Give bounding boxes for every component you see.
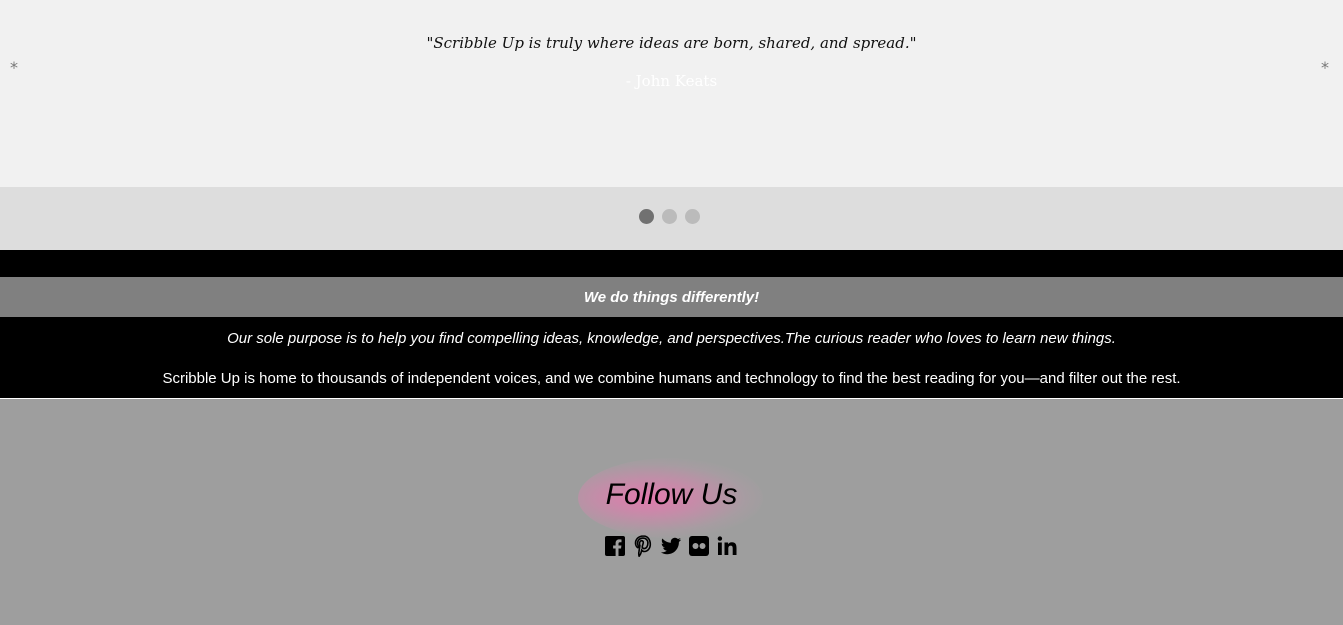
slide-dot-3[interactable]: [685, 209, 700, 224]
social-icons: [604, 535, 738, 557]
slide-dot-2[interactable]: [662, 209, 677, 224]
next-slide-button[interactable]: *: [1321, 58, 1329, 77]
twitter-icon[interactable]: [660, 535, 682, 557]
facebook-icon[interactable]: [604, 535, 626, 557]
pinterest-icon[interactable]: [632, 535, 654, 557]
tagline: We do things differently!: [583, 289, 760, 306]
slide-dot-1[interactable]: [639, 209, 654, 224]
divider-band: [0, 250, 1343, 277]
linkedin-icon[interactable]: [716, 535, 738, 557]
follow-heading: Follow Us: [605, 478, 738, 511]
slide-dots: [639, 209, 700, 224]
home-text: Scribble Up is home to thousands of inde…: [162, 370, 1181, 387]
slideshow: [0, 0, 1343, 187]
flickr-icon[interactable]: [688, 535, 710, 557]
slide-quote: "Scribble Up is truly where ideas are bo…: [426, 34, 917, 52]
slide-author: - John Keats: [625, 72, 718, 90]
purpose-text: Our sole purpose is to help you find com…: [227, 330, 1116, 347]
prev-slide-button[interactable]: *: [10, 58, 18, 77]
